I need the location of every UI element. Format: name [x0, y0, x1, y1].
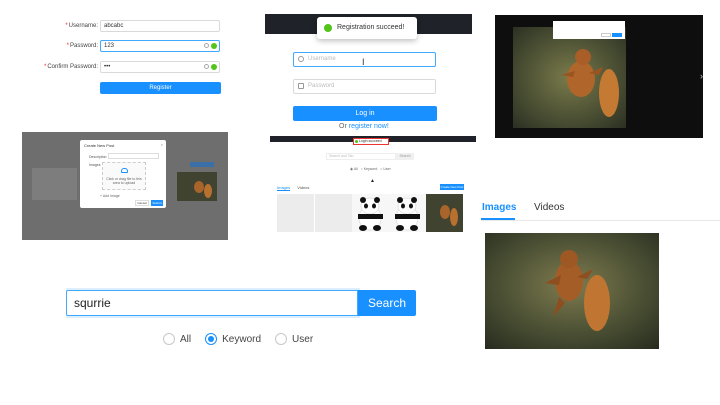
submit-button[interactable]: Submit [151, 200, 163, 206]
register-prompt: Or register now! [339, 123, 389, 130]
images-label: Images [89, 163, 101, 167]
search-panel: squrrie Search All Keyword User [66, 288, 418, 348]
cursor-arrow-icon: ▲ [370, 178, 375, 184]
panda-photo [352, 194, 389, 232]
confirm-password-label: Confirm Password: [47, 64, 98, 70]
result-tile[interactable] [352, 194, 389, 232]
search-button[interactable]: Search [396, 153, 414, 160]
password-label: Password: [69, 43, 98, 49]
eye-icon[interactable] [204, 64, 209, 69]
squirrel-photo [513, 27, 626, 128]
search-results-screen: Login succeed Search and Tab Search ◉ Al… [270, 136, 476, 240]
search-filter: ◉ All ○ Keyword ○ User [350, 167, 391, 171]
add-image-button[interactable]: + Add Image [100, 194, 120, 198]
cancel-button[interactable] [601, 33, 611, 37]
result-tile[interactable] [426, 194, 463, 232]
result-tabs: Images Videos [277, 185, 309, 191]
create-post-modal: Create New Post × Description Images Cli… [80, 140, 166, 208]
gallery-panel: Images Videos [481, 196, 720, 356]
image-viewer: › [495, 15, 703, 138]
close-icon[interactable]: × [161, 142, 163, 147]
confirm-dialog [553, 21, 625, 39]
radio-keyword[interactable]: Keyword [205, 333, 261, 345]
tab-videos[interactable]: Videos [534, 202, 564, 213]
check-circle-icon [324, 24, 332, 32]
tab-images[interactable]: Images [482, 202, 516, 213]
user-icon [298, 56, 304, 62]
result-tile[interactable] [277, 194, 314, 232]
check-icon [211, 43, 217, 49]
create-post-screen: Create New Post × Description Images Cli… [22, 132, 228, 240]
eye-icon[interactable] [204, 43, 209, 48]
create-post-button-bg [190, 162, 214, 167]
confirm-password-row: *Confirm Password: ••• [40, 61, 230, 75]
squirrel-photo [426, 194, 463, 232]
tab-images[interactable]: Images [277, 185, 291, 191]
check-circle-icon [355, 140, 358, 143]
check-icon [211, 64, 217, 70]
result-tile[interactable] [389, 194, 426, 232]
modal-title: Create New Post [84, 143, 115, 148]
description-label: Description [89, 155, 107, 159]
tab-videos[interactable]: Videos [297, 185, 309, 190]
lock-icon [298, 83, 304, 89]
search-input[interactable]: squrrie [66, 290, 358, 316]
search-type-radio-group: All Keyword User [163, 333, 313, 345]
password-input[interactable]: Password [293, 79, 436, 94]
upload-dropzone[interactable]: Click or drag file to this area to uploa… [102, 162, 146, 190]
search-button[interactable]: Search [358, 290, 416, 316]
confirm-password-field[interactable]: ••• [100, 61, 220, 73]
login-button[interactable]: Log in [293, 106, 437, 121]
description-input[interactable] [108, 153, 159, 159]
username-label: Username: [68, 23, 98, 29]
result-tile[interactable] [315, 194, 352, 232]
ok-button[interactable] [612, 33, 622, 37]
create-post-button[interactable]: Create New Post [440, 184, 464, 190]
register-button[interactable]: Register [100, 82, 221, 94]
password-row: *Password: 123 [40, 40, 230, 54]
squirrel-thumbnail [177, 172, 217, 201]
username-field[interactable]: abcabc [100, 20, 220, 32]
upload-icon [121, 168, 128, 173]
text-cursor-icon: I [362, 57, 365, 67]
login-panel: Registration succeed! Username I Passwor… [265, 14, 472, 134]
registration-form: *Username: abcabc *Password: 123 *Confir… [40, 14, 230, 100]
radio-user[interactable]: User [275, 333, 313, 345]
chevron-right-icon[interactable]: › [700, 71, 703, 81]
success-toast: Registration succeed! [317, 17, 417, 39]
background-tile [32, 168, 77, 200]
divider [481, 220, 720, 221]
password-field[interactable]: 123 [100, 40, 220, 52]
search-input[interactable]: Search and Tab [326, 153, 396, 160]
panda-photo [389, 194, 426, 232]
radio-all[interactable]: All [163, 333, 191, 345]
username-row: *Username: abcabc [40, 20, 230, 34]
login-toast: Login succeed [353, 138, 389, 145]
squirrel-photo-large[interactable] [485, 233, 659, 349]
register-link[interactable]: register now! [349, 123, 389, 130]
cancel-button[interactable]: Cancel [135, 200, 149, 206]
